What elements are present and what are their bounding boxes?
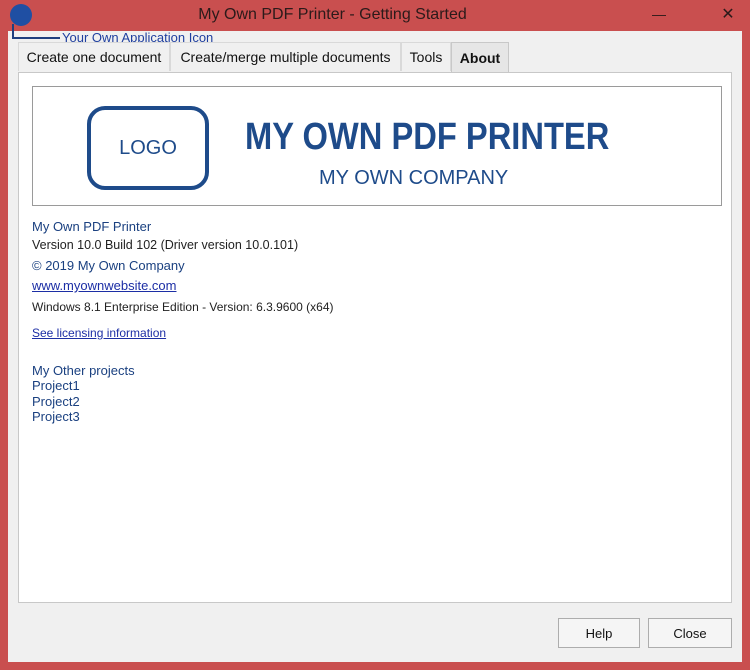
- app-window: My Own PDF Printer - Getting Started — ✕…: [0, 0, 750, 670]
- banner-company-name: MY OWN COMPANY: [319, 167, 509, 189]
- close-window-button[interactable]: ✕: [706, 0, 750, 28]
- copyright: © 2019 My Own Company: [32, 258, 185, 273]
- tab-tools[interactable]: Tools: [401, 42, 451, 71]
- close-button[interactable]: Close: [648, 618, 732, 648]
- close-icon: ✕: [721, 6, 735, 23]
- tab-about[interactable]: About: [451, 42, 509, 73]
- about-panel: LOGO MY OWN PDF PRINTER MY OWN COMPANY M…: [18, 72, 732, 603]
- version-info: Version 10.0 Build 102 (Driver version 1…: [32, 238, 299, 252]
- website-link[interactable]: www.myownwebsite.com: [32, 278, 177, 293]
- window-title: My Own PDF Printer - Getting Started: [198, 6, 467, 23]
- project-link[interactable]: Project3: [32, 409, 80, 424]
- banner-product-name: MY OWN PDF PRINTER: [245, 116, 610, 158]
- os-info: Windows 8.1 Enterprise Edition - Version…: [32, 300, 334, 314]
- minimize-button[interactable]: —: [636, 0, 682, 28]
- project-link[interactable]: Project1: [32, 378, 80, 393]
- tab-create-one-document[interactable]: Create one document: [18, 42, 170, 71]
- minimize-icon: —: [652, 6, 666, 22]
- logo: LOGO: [87, 106, 209, 190]
- project-link[interactable]: Project2: [32, 394, 80, 409]
- product-name: My Own PDF Printer: [32, 219, 152, 234]
- title-bar[interactable]: My Own PDF Printer - Getting Started — ✕: [0, 0, 750, 32]
- brand-banner: LOGO MY OWN PDF PRINTER MY OWN COMPANY: [32, 86, 722, 206]
- callout-line: [12, 37, 60, 39]
- other-projects-heading: My Other projects: [32, 363, 135, 378]
- help-button[interactable]: Help: [558, 618, 640, 648]
- tab-create-merge-multiple[interactable]: Create/merge multiple documents: [170, 42, 401, 71]
- licensing-link[interactable]: See licensing information: [32, 326, 166, 340]
